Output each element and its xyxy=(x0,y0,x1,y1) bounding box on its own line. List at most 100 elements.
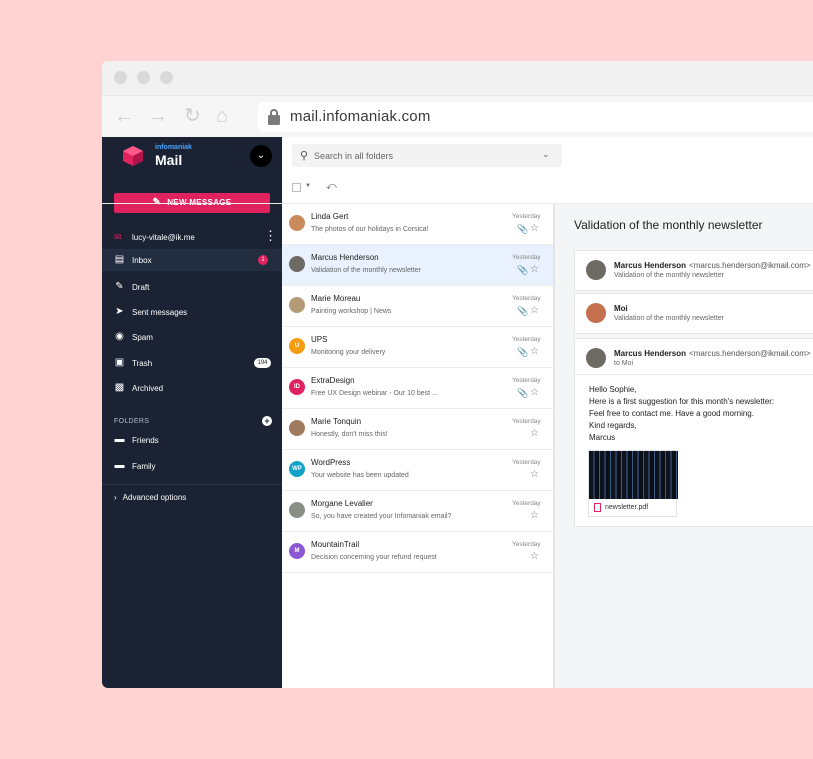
forward-icon[interactable]: → xyxy=(148,105,168,127)
address-bar[interactable]: mail.infomaniak.com xyxy=(258,102,813,132)
attachment-icon: 📎 xyxy=(517,306,529,316)
account-row[interactable]: ✉ lucy-vitale@ik.me ⋮ xyxy=(114,229,277,245)
search-icon: ⚲ xyxy=(300,150,309,162)
list-item[interactable]: U UPS Monitoring your delivery Yesterday 📎 ☆ xyxy=(282,327,553,368)
search-placeholder: Search in all folders xyxy=(314,151,394,161)
sidebar-item-archived[interactable]: ▩ Archived xyxy=(102,377,282,399)
list-item[interactable]: WP WordPress Your website has been updated… xyxy=(282,450,553,491)
sidebar-item-draft[interactable]: ✎ Draft xyxy=(102,276,282,298)
thread-sender-name: Marcus Henderson xyxy=(614,349,687,358)
star-icon[interactable]: ☆ xyxy=(530,469,539,480)
list-item[interactable]: Marcus Henderson Validation of the monthl… xyxy=(282,245,553,286)
chevron-down-icon[interactable]: ⌄ xyxy=(542,149,550,160)
advanced-options-toggle[interactable]: › Advanced options xyxy=(114,493,186,502)
sidebar-item-label: Spam xyxy=(132,333,153,342)
message-subject: Free UX Design webinar - Our 10 best ... xyxy=(311,390,438,397)
star-icon[interactable]: ☆ xyxy=(530,223,539,234)
star-icon[interactable]: ☆ xyxy=(530,264,539,275)
message-sender: WordPress xyxy=(311,458,351,467)
thread-sender-name: Moi xyxy=(614,304,628,313)
browser-navbar: ← → ↻ ⌂ mail.infomaniak.com xyxy=(102,95,813,137)
list-item[interactable]: Morgane Levalier So, you have created you… xyxy=(282,491,553,532)
add-folder-icon[interactable]: + xyxy=(262,416,272,426)
message-header-divider xyxy=(575,374,813,375)
message-date: Yesterday xyxy=(512,213,541,220)
message-subject: Decision concerning your refund request xyxy=(311,554,437,561)
attachment-thumbnail xyxy=(589,451,678,499)
message-sender: Morgane Levalier xyxy=(311,499,373,508)
star-icon[interactable]: ☆ xyxy=(530,346,539,357)
window-maximize-dot[interactable] xyxy=(160,71,173,84)
sidebar-item-sent[interactable]: ➤ Sent messages xyxy=(102,301,282,323)
search-input[interactable]: ⚲ Search in all folders ⌄ xyxy=(292,144,562,167)
star-icon[interactable]: ☆ xyxy=(530,305,539,316)
thread-item[interactable]: Moi Validation of the monthly newsletter xyxy=(574,293,813,334)
sidebar-item-inbox[interactable]: ▤ Inbox 1 xyxy=(102,249,282,271)
avatar: M xyxy=(289,543,305,559)
sidebar-folder-friends[interactable]: ▬ Friends xyxy=(102,429,282,451)
message-subject: Monitoring your delivery xyxy=(311,349,386,356)
chevron-right-icon: › xyxy=(114,493,117,502)
list-item[interactable]: ID ExtraDesign Free UX Design webinar - Ou… xyxy=(282,368,553,409)
sidebar-item-label: Inbox xyxy=(132,256,152,265)
select-all-checkbox[interactable] xyxy=(292,183,301,192)
thread-recipient: to Moi xyxy=(614,360,634,367)
message-body-line: Here is a first suggestion for this mont… xyxy=(589,397,775,406)
list-item[interactable]: M MountainTrail Decision concerning your r… xyxy=(282,532,553,573)
message-date: Yesterday xyxy=(512,377,541,384)
thread-item[interactable]: Marcus Henderson <marcus.henderson@ikmail… xyxy=(574,250,813,291)
message-date: Yesterday xyxy=(512,336,541,343)
archive-icon: ▩ xyxy=(114,382,125,393)
message-subject: Validation of the monthly newsletter xyxy=(311,267,421,274)
message-body-line: Marcus xyxy=(589,433,616,442)
message-sender: Marcus Henderson xyxy=(311,253,379,262)
window-close-dot[interactable] xyxy=(114,71,127,84)
message-sender: MountainTrail xyxy=(311,540,360,549)
brand-company: infomaniak xyxy=(155,144,192,151)
home-icon[interactable]: ⌂ xyxy=(216,105,228,127)
thread-sender: Marcus Henderson <marcus.henderson@ikmail… xyxy=(614,349,811,358)
envelope-icon: ✉ xyxy=(114,232,122,242)
message-date: Yesterday xyxy=(512,254,541,261)
inbox-icon: ▤ xyxy=(114,254,125,265)
message-body-line: Hello Sophie, xyxy=(589,385,637,394)
sidebar-item-spam[interactable]: ◉ Spam xyxy=(102,326,282,348)
message-sender: Marie Moreau xyxy=(311,294,361,303)
unread-badge: 1 xyxy=(258,255,268,265)
reply-icon[interactable]: ⤺ xyxy=(326,181,337,192)
list-item[interactable]: Marie Tonquin Honestly, don't miss this! Y… xyxy=(282,409,553,450)
attachment-card[interactable]: newsletter.pdf xyxy=(588,450,678,517)
attachment-icon: 📎 xyxy=(517,224,529,234)
sidebar: infomaniak Mail ⌄ ✎NEW MESSAGE ✉ lucy-vi… xyxy=(102,137,282,688)
list-item[interactable]: Linda Gert The photos of our holidays in … xyxy=(282,204,553,245)
avatar: ID xyxy=(289,379,305,395)
select-menu-caret-icon[interactable]: ▼ xyxy=(305,183,311,189)
thread-sender: Marcus Henderson <marcus.henderson@ikmail… xyxy=(614,261,811,270)
message-date: Yesterday xyxy=(512,459,541,466)
mail-app: infomaniak Mail ⌄ ✎NEW MESSAGE ✉ lucy-vi… xyxy=(102,137,813,688)
list-item[interactable]: Marie Moreau Painting workshop | News Yest… xyxy=(282,286,553,327)
message-sender: UPS xyxy=(311,335,328,344)
more-options-icon[interactable]: ⋮ xyxy=(264,229,277,243)
reload-icon[interactable]: ↻ xyxy=(184,105,201,127)
star-icon[interactable]: ☆ xyxy=(530,510,539,521)
avatar xyxy=(289,502,305,518)
avatar xyxy=(289,420,305,436)
window-minimize-dot[interactable] xyxy=(137,71,150,84)
avatar xyxy=(586,260,606,280)
sidebar-folder-family[interactable]: ▬ Family xyxy=(102,455,282,477)
sidebar-item-trash[interactable]: ▣ Trash 194 xyxy=(102,352,282,374)
draft-icon: ✎ xyxy=(115,281,124,292)
star-icon[interactable]: ☆ xyxy=(530,428,539,439)
sidebar-item-label: Sent messages xyxy=(132,308,188,317)
back-icon[interactable]: ← xyxy=(114,105,134,127)
message-sender: Marie Tonquin xyxy=(311,417,362,426)
message-title: Validation of the monthly newsletter xyxy=(574,218,763,232)
avatar xyxy=(586,303,606,323)
reading-pane: Validation of the monthly newsletter Mar… xyxy=(555,204,813,688)
folder-label: Family xyxy=(132,462,156,471)
message-date: Yesterday xyxy=(512,500,541,507)
chevron-down-icon[interactable]: ⌄ xyxy=(250,145,272,167)
star-icon[interactable]: ☆ xyxy=(530,387,539,398)
star-icon[interactable]: ☆ xyxy=(530,551,539,562)
